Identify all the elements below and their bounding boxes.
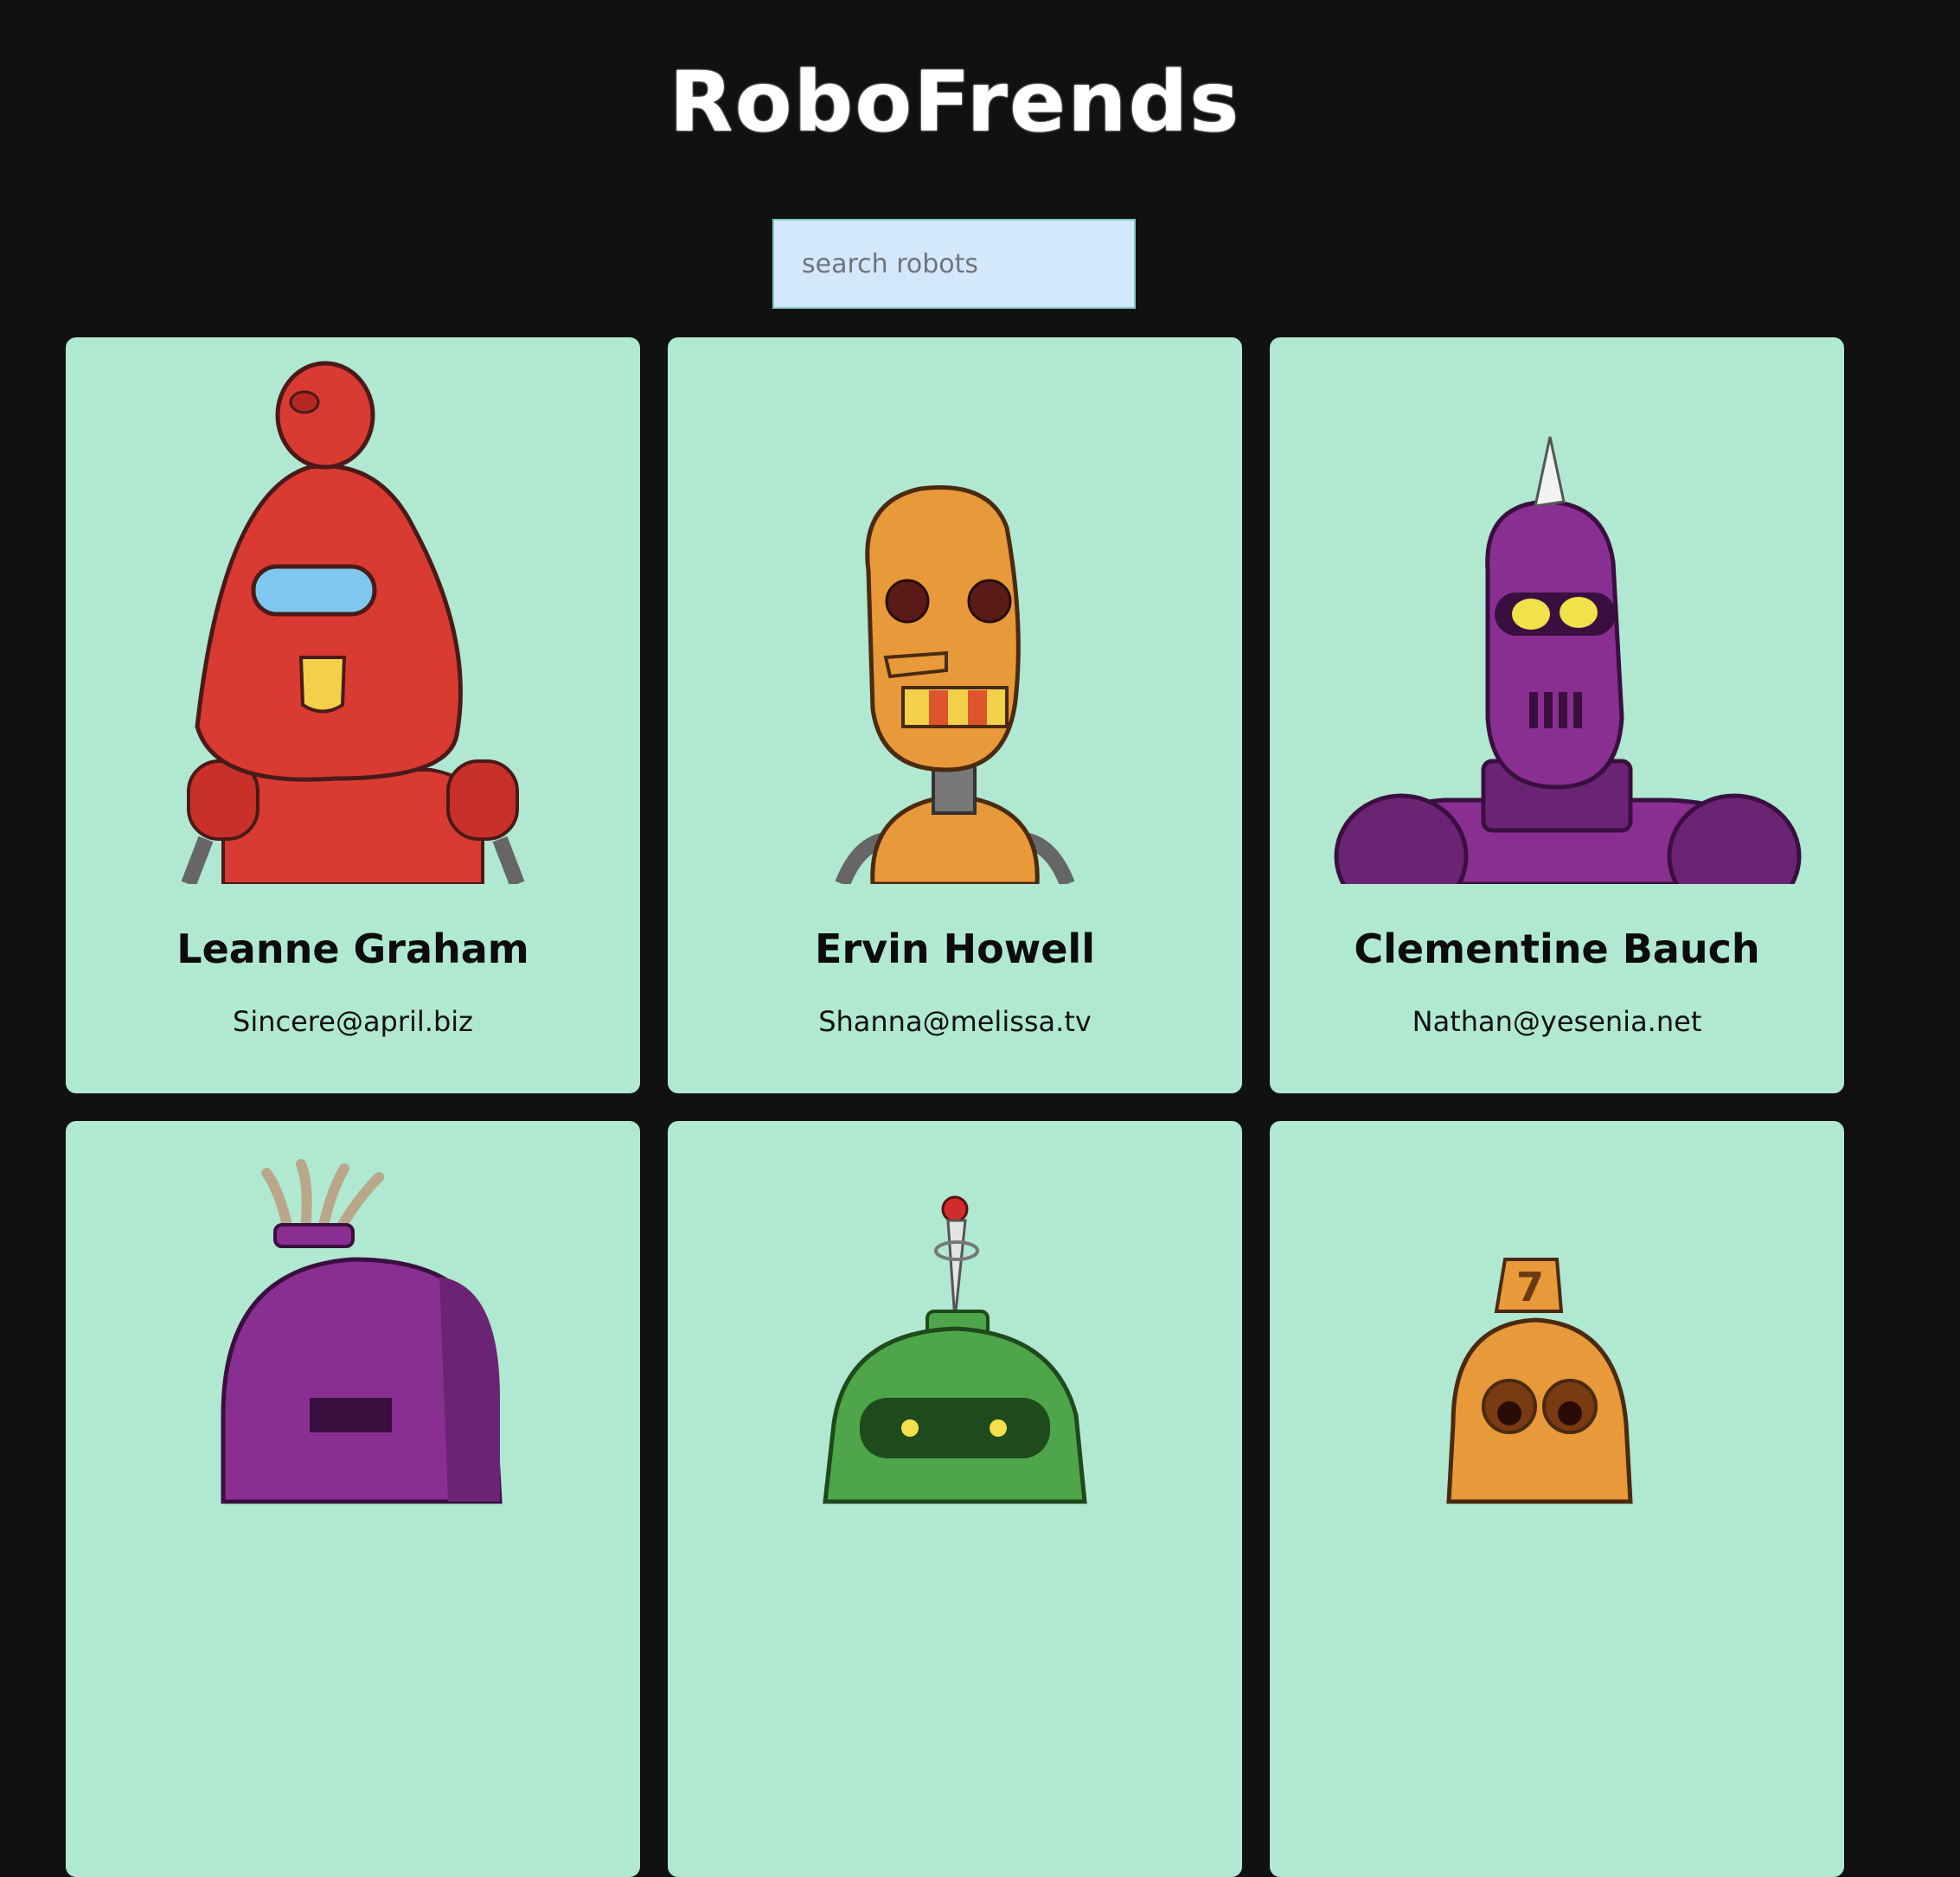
robot-avatar [93,355,612,884]
robot-avatar [1297,355,1816,884]
robot-card[interactable] [66,1121,640,1877]
robot-card[interactable]: Clementine Bauch Nathan@yesenia.net [1270,337,1844,1093]
app-title: RoboFrends [669,54,1241,151]
search-input[interactable] [772,219,1136,309]
robot-name: Leanne Graham [176,926,529,972]
robot-email: Nathan@yesenia.net [1412,1005,1702,1038]
robot-avatar [695,1138,1214,1668]
robot-card[interactable]: Ervin Howell Shanna@melissa.tv [668,337,1242,1093]
robot-card[interactable]: 7 [1270,1121,1844,1877]
robot-avatar: 7 [1297,1138,1816,1668]
robot-card[interactable]: Leanne Graham Sincere@april.biz [66,337,640,1093]
robot-name: Clementine Bauch [1354,926,1760,972]
robot-email: Shanna@melissa.tv [818,1005,1092,1038]
svg-text:7: 7 [1516,1264,1544,1310]
robot-card[interactable] [668,1121,1242,1877]
robot-avatar [695,355,1214,884]
robot-avatar [93,1138,612,1668]
robot-name: Ervin Howell [815,926,1095,972]
robot-email: Sincere@april.biz [233,1005,473,1038]
